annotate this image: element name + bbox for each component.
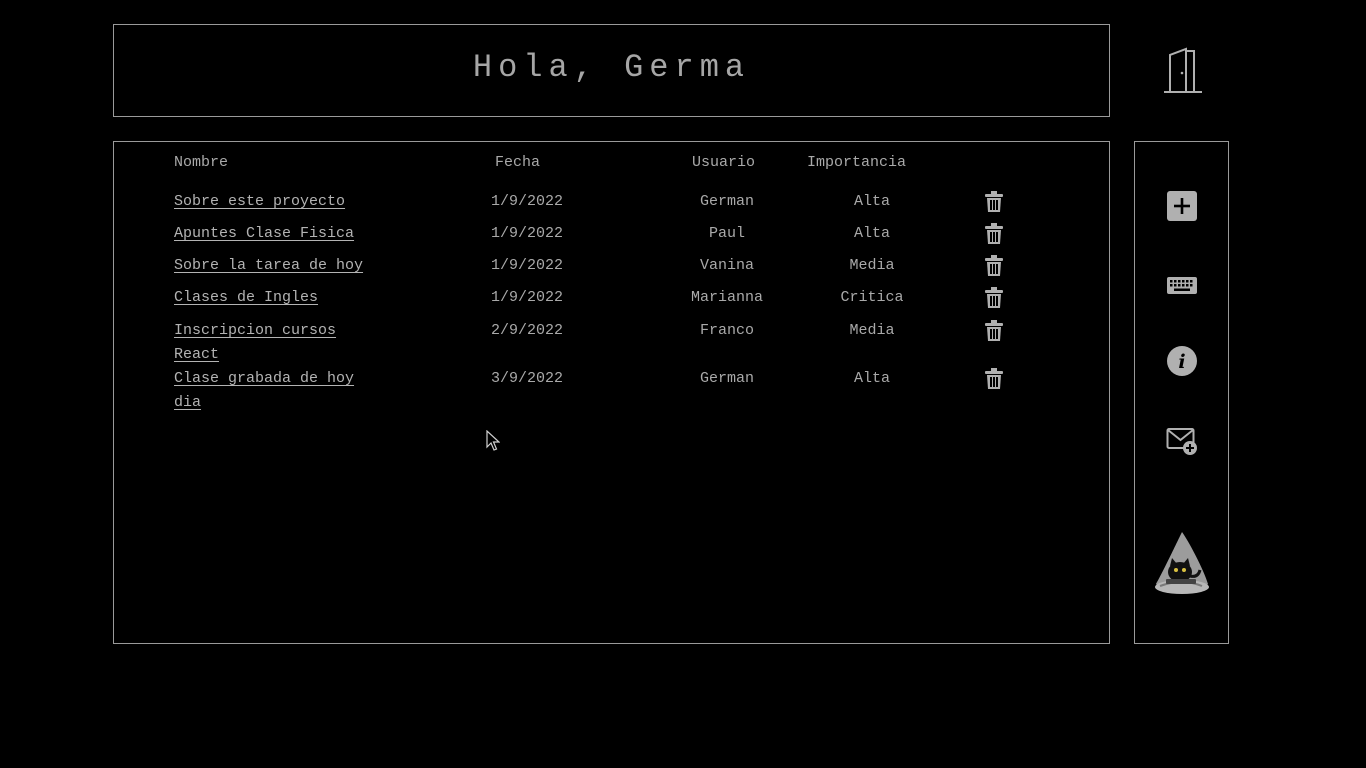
column-header-date: Fecha <box>495 154 541 171</box>
note-user: Marianna <box>690 289 763 306</box>
note-user: Franco <box>699 322 754 339</box>
header: Hola, Germa <box>113 24 1110 117</box>
note-date: 1/9/2022 <box>490 289 563 306</box>
add-note-button[interactable] <box>1166 190 1198 222</box>
note-importance: Critica <box>840 289 904 306</box>
note-name-link[interactable]: Apuntes Clase Fisica <box>174 222 389 246</box>
note-user: German <box>699 193 754 210</box>
mouse-cursor-icon <box>486 430 500 451</box>
note-importance: Alta <box>853 225 890 242</box>
note-date: 3/9/2022 <box>490 370 563 387</box>
note-date: 2/9/2022 <box>490 322 563 339</box>
keyboard-button[interactable] <box>1166 269 1198 301</box>
plus-square-icon <box>1167 191 1197 221</box>
trash-icon[interactable] <box>984 255 1004 277</box>
invite-mail-button[interactable] <box>1166 424 1198 456</box>
info-icon: i <box>1167 346 1197 376</box>
cat-wizard-hat-avatar <box>1150 530 1214 596</box>
logout-button[interactable] <box>1162 47 1204 95</box>
trash-icon[interactable] <box>984 368 1004 390</box>
note-user: German <box>699 370 754 387</box>
note-name-link[interactable]: Clases de Ingles <box>174 286 389 310</box>
trash-icon[interactable] <box>984 223 1004 245</box>
note-user: Vanina <box>699 257 754 274</box>
note-importance: Media <box>849 257 895 274</box>
note-date: 1/9/2022 <box>490 225 563 242</box>
column-header-user: Usuario <box>692 154 756 171</box>
trash-icon[interactable] <box>984 287 1004 309</box>
keyboard-icon <box>1167 277 1197 294</box>
svg-text:i: i <box>1178 351 1185 373</box>
column-header-name: Nombre <box>174 154 229 171</box>
note-name-link[interactable]: Sobre la tarea de hoy <box>174 254 389 278</box>
note-name-link[interactable]: Inscripcion cursos React <box>174 319 389 367</box>
mail-add-icon <box>1166 428 1197 455</box>
note-name-link[interactable]: Clase grabada de hoy dia <box>174 367 389 415</box>
notes-table-panel: Nombre Fecha Usuario Importancia Sobre e… <box>113 141 1110 644</box>
note-name-link[interactable]: Sobre este proyecto <box>174 190 389 214</box>
note-importance: Alta <box>853 370 890 387</box>
info-button[interactable]: i <box>1166 345 1198 377</box>
door-icon <box>1164 47 1202 93</box>
note-date: 1/9/2022 <box>490 193 563 210</box>
sidebar: i <box>1134 141 1229 644</box>
trash-icon[interactable] <box>984 191 1004 213</box>
note-importance: Media <box>849 322 895 339</box>
greeting-title: Hola, Germa <box>472 49 751 86</box>
trash-icon[interactable] <box>984 320 1004 342</box>
column-header-importance: Importancia <box>807 154 907 171</box>
note-importance: Alta <box>853 193 890 210</box>
note-date: 1/9/2022 <box>490 257 563 274</box>
note-user: Paul <box>708 225 745 242</box>
